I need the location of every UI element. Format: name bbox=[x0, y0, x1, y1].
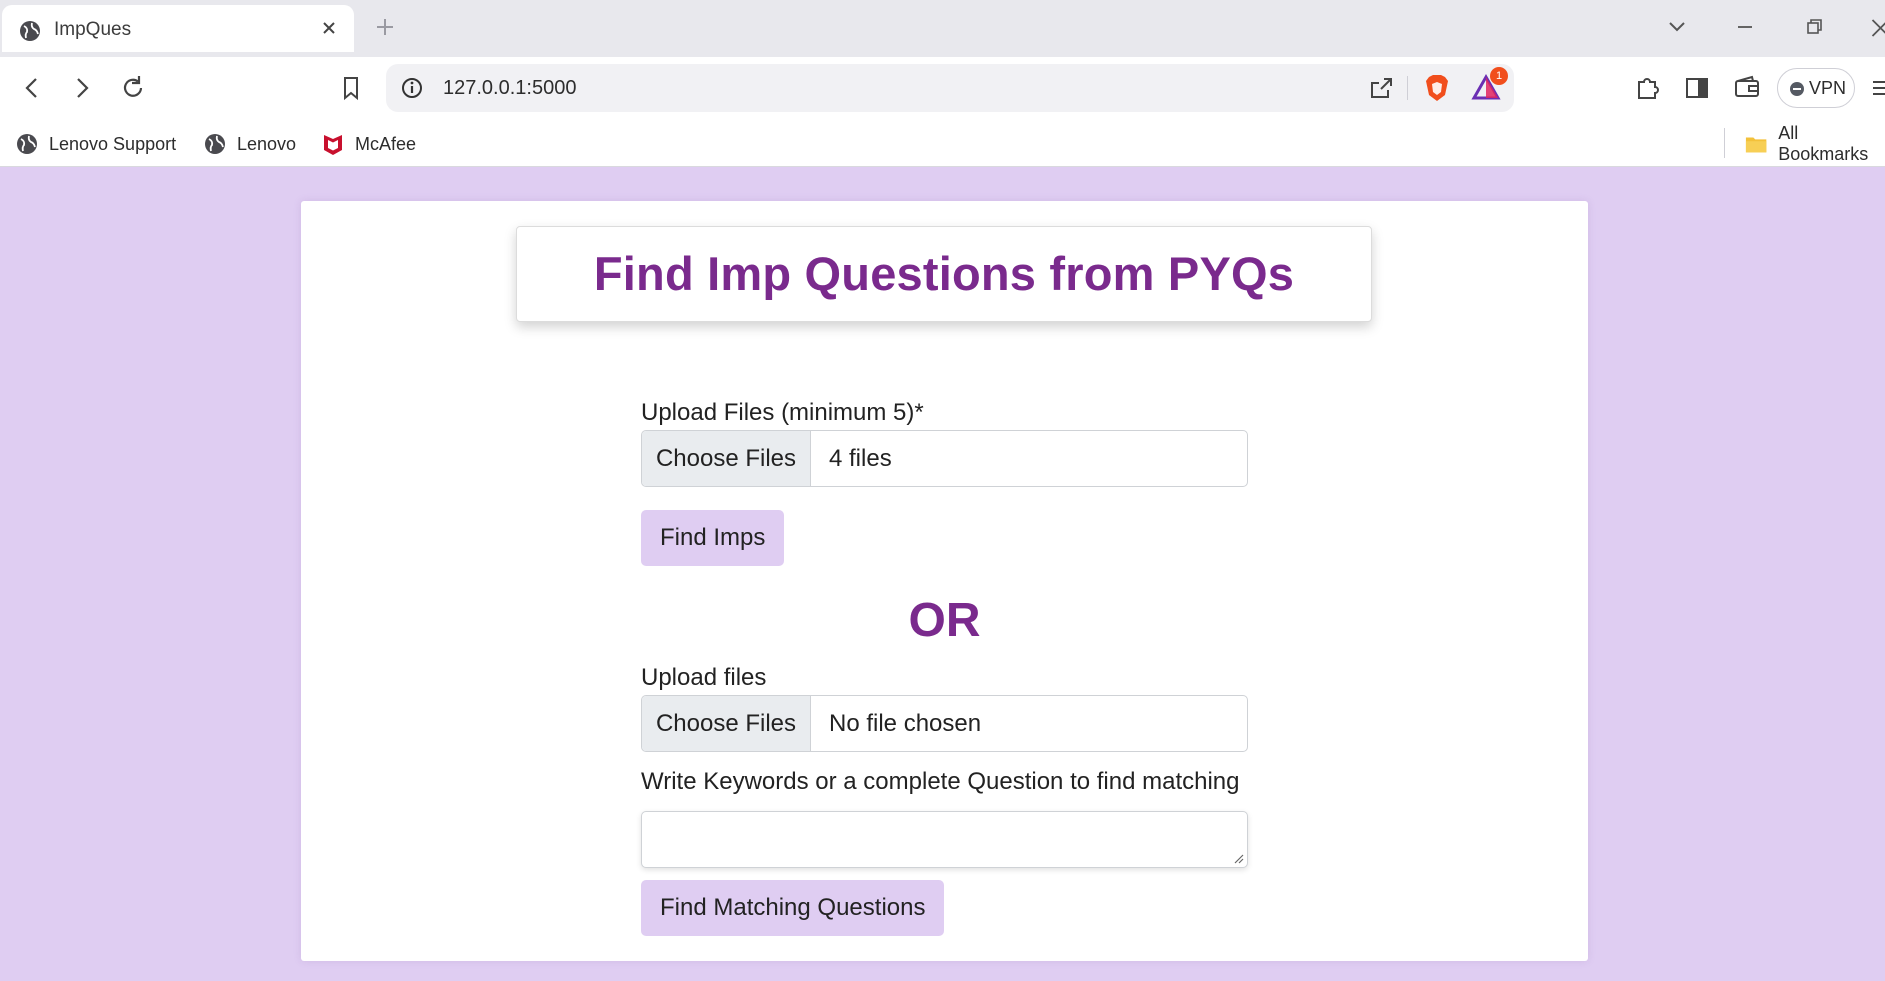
tab-search-chevron-icon[interactable] bbox=[1664, 14, 1690, 40]
page-title-box: Find Imp Questions from PYQs bbox=[516, 226, 1372, 322]
resize-grip-icon[interactable] bbox=[1232, 852, 1244, 864]
url-text: 127.0.0.1:5000 bbox=[443, 77, 577, 99]
bookmarks-separator bbox=[1724, 128, 1725, 158]
address-bar[interactable]: 127.0.0.1:5000 1 bbox=[386, 64, 1514, 112]
globe-icon bbox=[17, 134, 37, 154]
tab-title: ImpQues bbox=[54, 19, 132, 40]
close-window-icon[interactable] bbox=[1866, 14, 1885, 40]
globe-icon bbox=[205, 134, 225, 154]
file-status: No file chosen bbox=[829, 710, 982, 737]
choose-files-button[interactable]: Choose Files bbox=[642, 431, 811, 486]
vpn-status-icon bbox=[1790, 82, 1804, 96]
find-matching-questions-button[interactable]: Find Matching Questions bbox=[641, 880, 945, 936]
bookmark-lenovo-support[interactable]: Lenovo Support bbox=[16, 131, 176, 157]
keywords-textarea[interactable] bbox=[641, 811, 1248, 868]
choose-files-button[interactable]: Choose Files bbox=[642, 696, 811, 751]
menu-icon[interactable] bbox=[1867, 73, 1885, 103]
page-title: Find Imp Questions from PYQs bbox=[593, 247, 1295, 300]
find-imps-button[interactable]: Find Imps bbox=[641, 510, 785, 566]
multi-file-input[interactable]: Choose Files 4 files bbox=[641, 430, 1248, 487]
reload-icon[interactable] bbox=[118, 73, 148, 103]
new-tab-icon[interactable] bbox=[372, 14, 398, 40]
site-info-icon[interactable] bbox=[400, 76, 424, 100]
share-icon[interactable] bbox=[1367, 74, 1395, 102]
bookmark-mcafee[interactable]: McAfee bbox=[322, 131, 416, 157]
bookmark-label: Lenovo bbox=[237, 133, 297, 154]
main-card: Find Imp Questions from PYQs Upload File… bbox=[301, 201, 1588, 961]
back-icon[interactable] bbox=[17, 73, 47, 103]
wallet-icon[interactable] bbox=[1732, 73, 1762, 103]
tab-active[interactable]: ImpQues bbox=[2, 5, 354, 52]
tab-strip: ImpQues bbox=[0, 0, 1885, 57]
omnibox-separator bbox=[1407, 76, 1408, 100]
vpn-button[interactable]: VPN bbox=[1777, 68, 1855, 108]
upload-files-label: Upload Files (minimum 5)* bbox=[641, 399, 924, 426]
bookmarks-bar: Lenovo Support Lenovo McAfee All Bookmar… bbox=[0, 120, 1885, 167]
file-input[interactable]: Choose Files No file chosen bbox=[641, 695, 1248, 752]
notification-badge: 1 bbox=[1490, 67, 1508, 85]
file-status: 4 files bbox=[829, 445, 892, 472]
minimize-icon[interactable] bbox=[1732, 14, 1758, 40]
folder-icon bbox=[1745, 137, 1767, 153]
restore-icon[interactable] bbox=[1801, 14, 1827, 40]
brave-shields-icon[interactable] bbox=[1423, 73, 1451, 103]
bookmark-page-icon[interactable] bbox=[336, 73, 366, 103]
mcafee-icon bbox=[324, 135, 342, 155]
extensions-icon[interactable] bbox=[1633, 73, 1663, 103]
upload-files-label-2: Upload files bbox=[641, 664, 767, 691]
bookmark-label: McAfee bbox=[355, 133, 417, 154]
forward-icon[interactable] bbox=[67, 73, 97, 103]
vpn-label: VPN bbox=[1809, 78, 1847, 98]
or-divider: OR bbox=[908, 594, 981, 647]
close-tab-icon[interactable] bbox=[318, 17, 340, 39]
all-bookmarks[interactable]: All Bookmarks bbox=[1745, 123, 1885, 164]
bookmark-lenovo[interactable]: Lenovo bbox=[204, 131, 296, 157]
all-bookmarks-label: All Bookmarks bbox=[1778, 123, 1869, 164]
sidebar-icon[interactable] bbox=[1682, 73, 1712, 103]
bookmark-label: Lenovo Support bbox=[49, 133, 177, 154]
globe-icon bbox=[20, 21, 40, 41]
browser-toolbar: 127.0.0.1:5000 1 VPN bbox=[0, 57, 1885, 120]
keywords-label: Write Keywords or a complete Question to… bbox=[641, 768, 1240, 795]
